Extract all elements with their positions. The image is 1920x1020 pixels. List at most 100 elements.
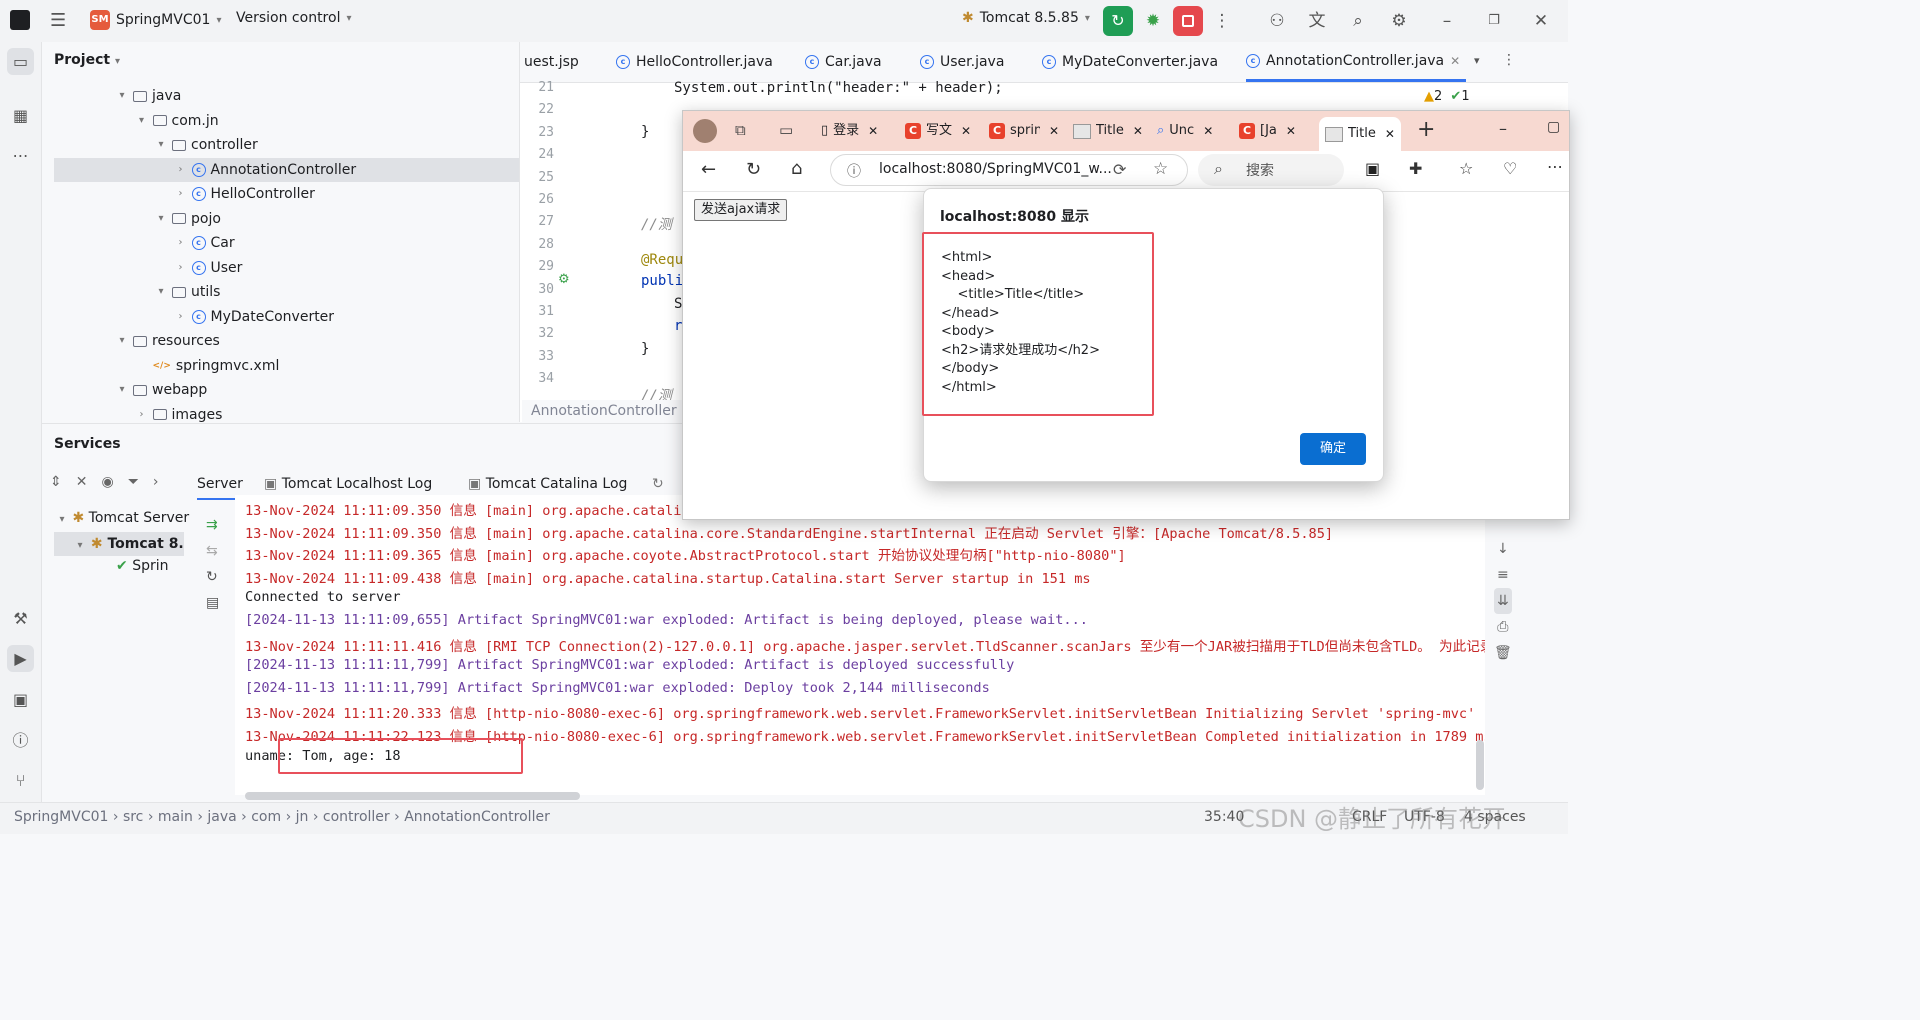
chevron-down-icon[interactable]: ▾: [136, 109, 148, 133]
more-tools-icon[interactable]: ⋯: [7, 142, 34, 169]
tree-item[interactable]: </> springmvc.xml: [136, 354, 280, 378]
editor-breadcrumb[interactable]: AnnotationController ›: [522, 400, 691, 422]
browser-tab[interactable]: C [Ja ✕: [1239, 117, 1296, 145]
console-scrollbar[interactable]: [1476, 740, 1484, 790]
new-tab-icon[interactable]: +: [1417, 117, 1435, 142]
terminal-icon[interactable]: ▣: [7, 686, 34, 713]
chevron-right-icon[interactable]: ›: [175, 256, 187, 280]
favorite-star-icon[interactable]: ☆: [1153, 159, 1168, 179]
address-bar[interactable]: ⓘ localhost:8080/SpringMVC01_w... ⟳ ☆: [830, 154, 1188, 186]
workspaces-icon[interactable]: ⧉: [735, 121, 746, 139]
tree-item[interactable]: ▾ resources: [116, 329, 219, 353]
close-tab-icon[interactable]: ✕: [1385, 120, 1395, 148]
services-tab-catalina-log[interactable]: ▣ Tomcat Catalina Log: [468, 476, 627, 492]
filter-icon[interactable]: ⏷: [128, 474, 153, 490]
close-icon[interactable]: ✕: [1528, 8, 1554, 34]
tree-item[interactable]: ▾ webapp: [116, 378, 207, 402]
inspection-widget[interactable]: ▲2 ✔1: [1424, 89, 1470, 104]
browser-tab[interactable]: ▯ 登录 ✕: [821, 117, 878, 145]
update-icon[interactable]: ↻: [206, 564, 219, 590]
open-browser-icon[interactable]: ▤: [206, 590, 219, 616]
tree-item[interactable]: › c User: [175, 256, 243, 280]
breadcrumb-item[interactable]: AnnotationController: [404, 809, 550, 825]
translate-icon[interactable]: 文: [1304, 8, 1330, 34]
browser-search-box[interactable]: ⌕ 搜索: [1198, 154, 1344, 186]
debug-bug-icon[interactable]: ✹: [1140, 8, 1166, 34]
browser-tab[interactable]: Title ✕: [1073, 117, 1143, 145]
breadcrumb-item[interactable]: controller: [323, 809, 390, 825]
editor-tab[interactable]: c User.java: [920, 42, 1004, 82]
browser-tab[interactable]: ⌕ Unc ✕: [1157, 117, 1213, 145]
chevron-right-icon[interactable]: ›: [175, 182, 187, 206]
service-tree-tomcat-server[interactable]: ▾ ✱ Tomcat Server: [56, 510, 189, 526]
undeploy-icon[interactable]: ⇆: [206, 538, 219, 564]
close-tab-icon[interactable]: ✕: [961, 117, 971, 145]
tree-item[interactable]: ▾ java: [116, 84, 181, 108]
services-tab-localhost-log[interactable]: ▣ Tomcat Localhost Log: [264, 476, 432, 492]
problems-icon[interactable]: ⓘ: [7, 727, 34, 754]
refresh-icon[interactable]: ↻: [652, 476, 664, 492]
code-with-me-icon[interactable]: ⚇: [1264, 8, 1290, 34]
tree-item[interactable]: › c AnnotationController: [54, 157, 519, 182]
git-branch-icon[interactable]: ⑂: [7, 767, 34, 794]
print-icon[interactable]: ⎙: [1494, 614, 1512, 640]
more-chevron-icon[interactable]: ›: [153, 474, 173, 490]
trash-icon[interactable]: 🗑: [1494, 640, 1512, 666]
chevron-down-icon[interactable]: ▾: [116, 329, 128, 353]
close-tab-icon[interactable]: ✕: [1203, 117, 1213, 145]
settings-gear-icon[interactable]: ⚙: [1386, 8, 1412, 34]
structure-icon[interactable]: ▦: [7, 102, 34, 129]
build-hammer-icon[interactable]: ⚒: [7, 605, 34, 632]
editor-tab-active[interactable]: c AnnotationController.java ✕: [1246, 41, 1467, 82]
chevron-down-icon[interactable]: ▾: [155, 133, 167, 157]
tab-list-chevron-icon[interactable]: ▾: [1474, 54, 1480, 67]
stop-button[interactable]: [1173, 6, 1203, 36]
favorites-icon[interactable]: ☆: [1459, 159, 1473, 178]
back-arrow-icon[interactable]: ←: [701, 159, 716, 180]
scroll-to-end-icon[interactable]: ⇊: [1494, 588, 1512, 614]
tree-item[interactable]: ▾ utils: [155, 280, 220, 304]
project-selector[interactable]: SM SpringMVC01 ▾: [90, 10, 221, 30]
close-tab-icon[interactable]: ✕: [1049, 117, 1059, 145]
close-tab-icon[interactable]: ✕: [1286, 117, 1296, 145]
breadcrumb-item[interactable]: com: [251, 809, 281, 825]
breadcrumb-item[interactable]: src: [123, 809, 143, 825]
tree-item[interactable]: › c MyDateConverter: [175, 305, 335, 329]
collapse-all-icon[interactable]: ✕: [76, 474, 102, 490]
browser-tab[interactable]: C 写文 ✕: [905, 117, 971, 145]
restore-icon[interactable]: ❐: [1481, 8, 1507, 34]
tab-more-icon[interactable]: ⋮: [1502, 52, 1516, 68]
rerun-button[interactable]: ↻: [1103, 6, 1133, 36]
profile-avatar[interactable]: [693, 119, 717, 143]
scroll-down-icon[interactable]: ↓: [1494, 536, 1512, 562]
services-icon[interactable]: ▶: [7, 645, 34, 672]
editor-tab[interactable]: c MyDateConverter.java: [1042, 42, 1218, 82]
chevron-down-icon[interactable]: ▾: [116, 378, 128, 402]
browser-menu-icon[interactable]: ⋯: [1547, 157, 1563, 176]
tree-item[interactable]: ▾ com.jn: [136, 109, 219, 133]
editor-tab[interactable]: c HelloController.java: [616, 42, 773, 82]
expand-all-icon[interactable]: ⇕: [50, 474, 76, 490]
send-ajax-button[interactable]: 发送ajax请求: [694, 199, 788, 221]
search-icon[interactable]: ⌕: [1345, 8, 1371, 34]
close-tab-icon[interactable]: ✕: [868, 117, 878, 145]
breadcrumb-item[interactable]: main: [158, 809, 193, 825]
maximize-icon[interactable]: ▢: [1547, 119, 1560, 135]
breadcrumb-item[interactable]: java: [207, 809, 236, 825]
deploy-icon[interactable]: ⇉: [206, 512, 219, 538]
chevron-down-icon[interactable]: ▾: [116, 84, 128, 108]
chevron-down-icon[interactable]: ▾: [155, 280, 167, 304]
console-hscrollbar[interactable]: [245, 792, 580, 800]
extension-icon[interactable]: ▣: [1365, 159, 1380, 178]
editor-tab[interactable]: uest.jsp: [524, 42, 579, 82]
project-folder-icon[interactable]: ▭: [7, 48, 34, 75]
tab-actions-icon[interactable]: ▭: [779, 121, 793, 139]
performance-heart-icon[interactable]: ♡: [1503, 159, 1517, 178]
service-tree-tomcat-instance[interactable]: ▾ ✱ Tomcat 8.: [54, 532, 184, 556]
tree-item[interactable]: ▾ pojo: [155, 207, 220, 231]
view-eye-icon[interactable]: ◉: [101, 474, 127, 490]
site-info-icon[interactable]: ⓘ: [847, 161, 861, 181]
close-tab-icon[interactable]: ✕: [1450, 41, 1460, 81]
chevron-right-icon[interactable]: ›: [175, 305, 187, 329]
run-config-selector[interactable]: ✱ Tomcat 8.5.85 ▾: [962, 10, 1090, 26]
